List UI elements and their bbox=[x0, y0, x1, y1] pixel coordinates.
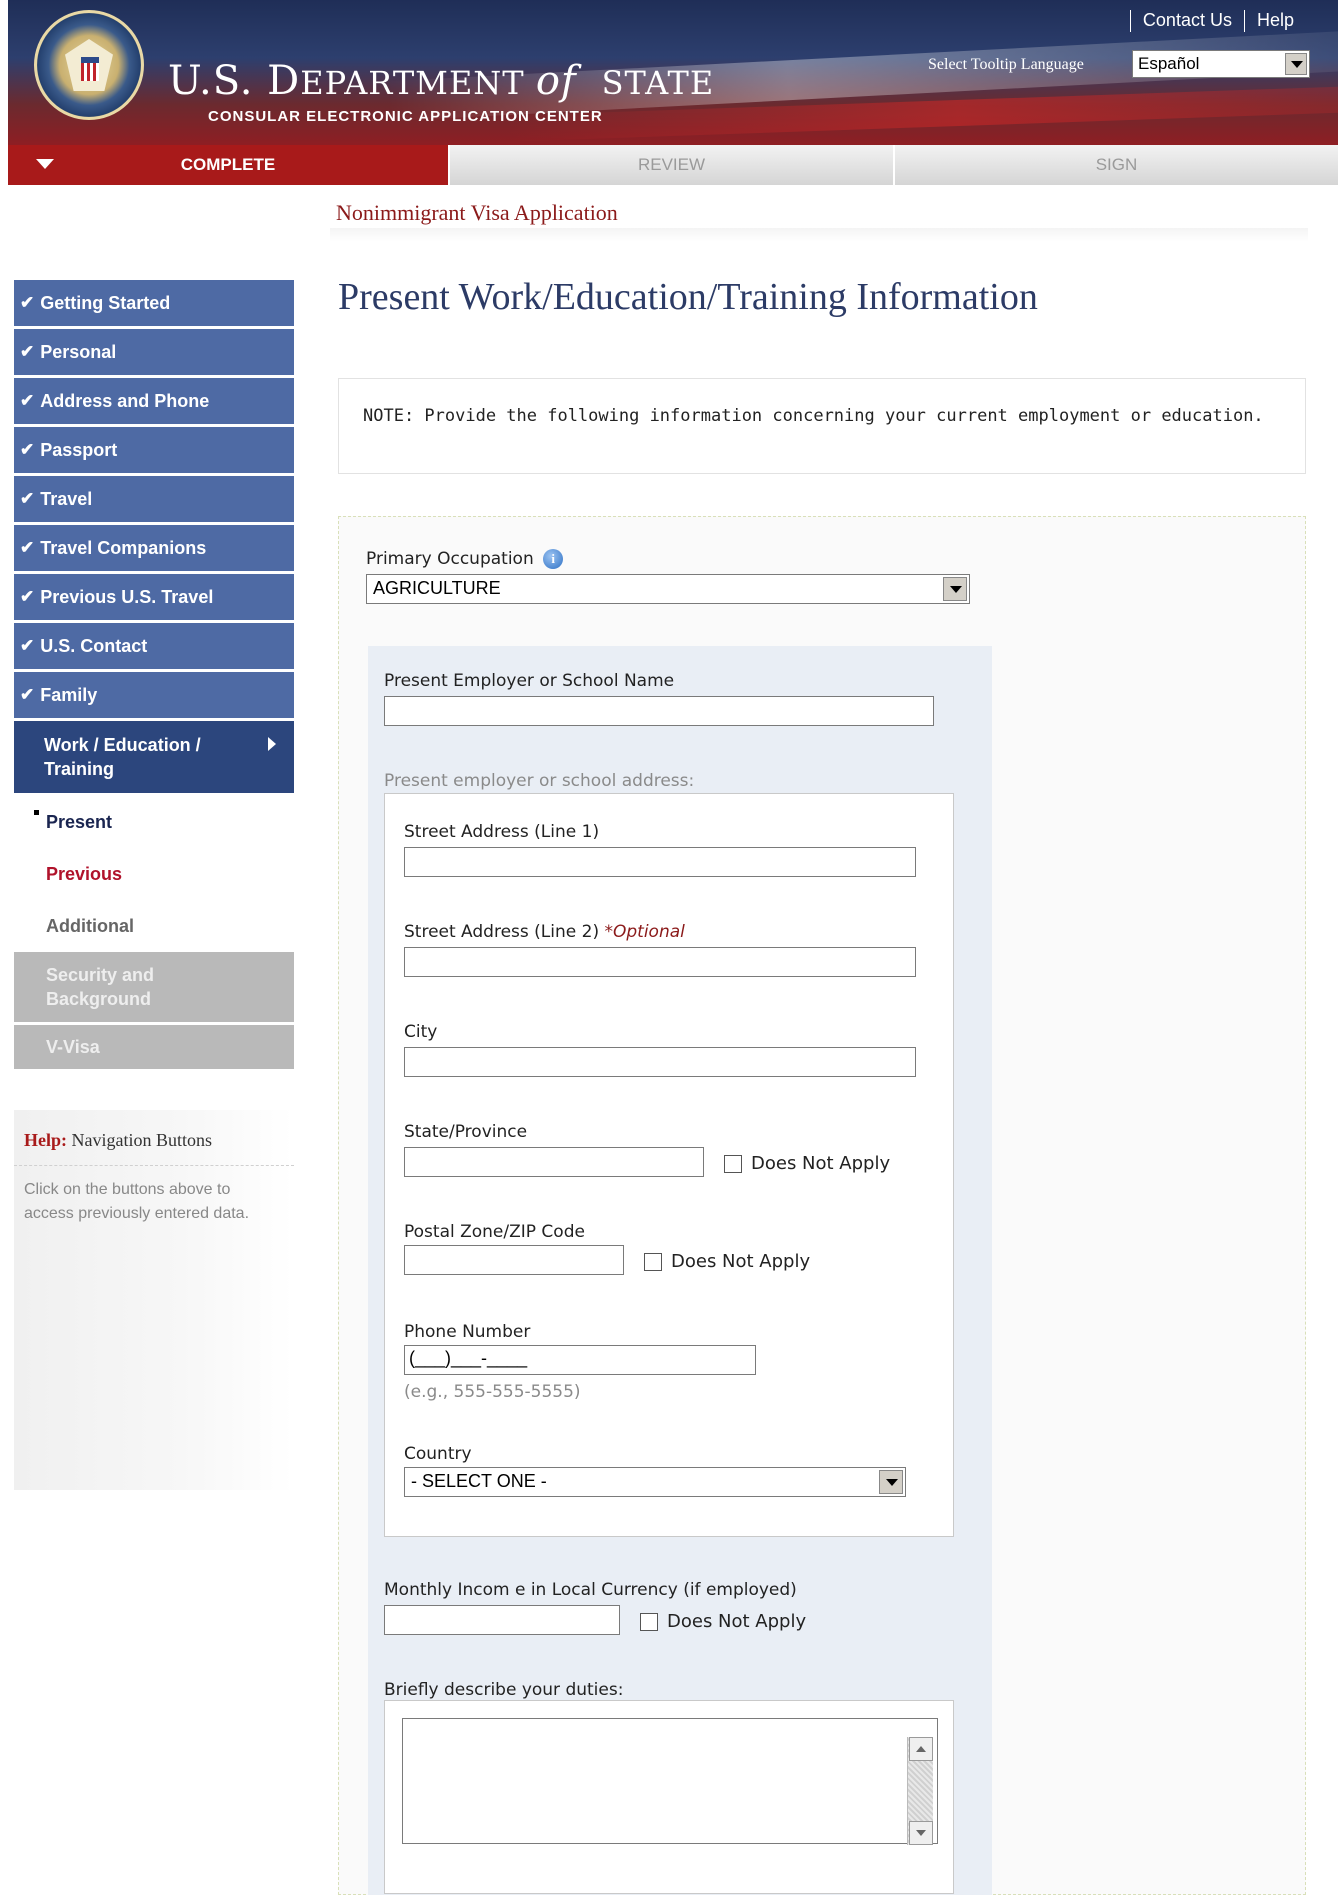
sidebar-item-previous-us-travel[interactable]: ✔ Previous U.S. Travel bbox=[14, 574, 294, 620]
page-title: Present Work/Education/Training Informat… bbox=[338, 276, 1038, 318]
checkmark-icon: ✔ bbox=[20, 440, 35, 459]
chevron-right-icon bbox=[268, 737, 276, 751]
department-seal-logo bbox=[34, 10, 144, 120]
postal-does-not-apply-checkbox[interactable] bbox=[644, 1252, 662, 1271]
tooltip-language-label: Select Tooltip Language bbox=[928, 56, 1084, 73]
checkmark-icon: ✔ bbox=[20, 489, 35, 508]
primary-occupation-label: Primary Occupation i bbox=[366, 549, 564, 569]
street2-input[interactable] bbox=[404, 947, 916, 977]
progress-steps: COMPLETE REVIEW SIGN bbox=[8, 145, 1338, 185]
duties-textarea[interactable] bbox=[402, 1718, 938, 1845]
sidebar-nav: ✔ Getting Started ✔ Personal ✔ Address and … bbox=[14, 280, 294, 1072]
contact-us-link[interactable]: Contact Us bbox=[1143, 10, 1232, 32]
info-icon[interactable]: i bbox=[543, 549, 564, 569]
checkmark-icon: ✔ bbox=[20, 587, 35, 606]
income-does-not-apply-checkbox[interactable] bbox=[640, 1612, 658, 1631]
step-review[interactable]: REVIEW bbox=[448, 145, 893, 185]
state-does-not-apply[interactable]: Does Not Apply bbox=[724, 1153, 890, 1174]
sidebar-item-us-contact[interactable]: ✔ U.S. Contact bbox=[14, 623, 294, 669]
caret-down-icon bbox=[36, 159, 54, 169]
bullet-icon bbox=[34, 810, 39, 815]
sidebar-subitem-present[interactable]: Present bbox=[14, 796, 294, 848]
site-header: U.S. DEPARTMENT of STATE CONSULAR ELECTR… bbox=[8, 0, 1338, 145]
chevron-down-icon[interactable] bbox=[879, 1470, 903, 1494]
street1-label: Street Address (Line 1) bbox=[404, 822, 600, 842]
help-link[interactable]: Help bbox=[1257, 10, 1294, 32]
checkmark-icon: ✔ bbox=[20, 391, 35, 410]
postal-input[interactable] bbox=[404, 1245, 624, 1275]
monthly-income-label: Monthly Incom e in Local Currency (if em… bbox=[384, 1580, 797, 1600]
help-panel: Help: Navigation Buttons Click on the bu… bbox=[14, 1110, 294, 1490]
state-does-not-apply-checkbox[interactable] bbox=[724, 1154, 742, 1173]
checkmark-icon: ✔ bbox=[20, 636, 35, 655]
employer-address-label: Present employer or school address: bbox=[384, 771, 695, 791]
step-sign[interactable]: SIGN bbox=[893, 145, 1338, 185]
phone-label: Phone Number bbox=[404, 1322, 531, 1342]
sidebar-item-address-phone[interactable]: ✔ Address and Phone bbox=[14, 378, 294, 424]
sidebar-item-getting-started[interactable]: ✔ Getting Started bbox=[14, 280, 294, 326]
scroll-up-icon[interactable] bbox=[909, 1737, 933, 1761]
country-select[interactable]: - SELECT ONE - bbox=[404, 1467, 906, 1497]
shield-icon bbox=[81, 57, 99, 81]
tooltip-language-select[interactable]: Español bbox=[1132, 50, 1310, 78]
city-input[interactable] bbox=[404, 1047, 916, 1077]
step-complete[interactable]: COMPLETE bbox=[8, 145, 448, 185]
help-text: Click on the buttons above to access pre… bbox=[24, 1181, 250, 1222]
income-does-not-apply[interactable]: Does Not Apply bbox=[640, 1611, 806, 1632]
sidebar-subitem-previous[interactable]: Previous bbox=[14, 848, 294, 900]
street2-label: Street Address (Line 2) *Optional bbox=[404, 922, 685, 942]
chevron-down-icon[interactable] bbox=[1285, 53, 1307, 75]
sidebar-item-travel-companions[interactable]: ✔ Travel Companions bbox=[14, 525, 294, 571]
divider bbox=[1129, 10, 1131, 32]
department-subtitle: CONSULAR ELECTRONIC APPLICATION CENTER bbox=[208, 108, 603, 125]
divider bbox=[330, 228, 1308, 242]
sidebar-item-security-background: Security and Background bbox=[14, 952, 294, 1022]
employer-name-label: Present Employer or School Name bbox=[384, 671, 675, 691]
state-input[interactable] bbox=[404, 1147, 704, 1177]
sidebar-item-passport[interactable]: ✔ Passport bbox=[14, 427, 294, 473]
sidebar-item-work-education[interactable]: Work / Education / Training bbox=[14, 721, 294, 793]
checkmark-icon: ✔ bbox=[20, 342, 35, 361]
breadcrumb: Nonimmigrant Visa Application bbox=[336, 200, 618, 225]
street1-input[interactable] bbox=[404, 847, 916, 877]
checkmark-icon: ✔ bbox=[20, 538, 35, 557]
sidebar-item-travel[interactable]: ✔ Travel bbox=[14, 476, 294, 522]
phone-example: (e.g., 555-555-5555) bbox=[404, 1382, 581, 1402]
department-title: U.S. DEPARTMENT of STATE bbox=[168, 58, 715, 104]
help-title: Help: Navigation Buttons bbox=[14, 1110, 294, 1166]
country-label: Country bbox=[404, 1444, 472, 1464]
divider bbox=[1243, 10, 1245, 32]
phone-input[interactable]: (___)___-____ bbox=[404, 1345, 756, 1375]
chevron-down-icon[interactable] bbox=[943, 577, 967, 601]
monthly-income-input[interactable] bbox=[384, 1605, 620, 1635]
employer-name-input[interactable] bbox=[384, 696, 934, 726]
postal-does-not-apply[interactable]: Does Not Apply bbox=[644, 1251, 810, 1272]
sidebar-item-family[interactable]: ✔ Family bbox=[14, 672, 294, 718]
city-label: City bbox=[404, 1022, 438, 1042]
postal-label: Postal Zone/ZIP Code bbox=[404, 1222, 585, 1242]
textarea-scrollbar[interactable] bbox=[907, 1737, 933, 1845]
state-label: State/Province bbox=[404, 1122, 528, 1142]
checkmark-icon: ✔ bbox=[20, 685, 35, 704]
checkmark-icon: ✔ bbox=[20, 293, 35, 312]
note-box: NOTE: Provide the following information … bbox=[338, 378, 1306, 474]
sidebar-item-personal[interactable]: ✔ Personal bbox=[14, 329, 294, 375]
scroll-down-icon[interactable] bbox=[909, 1821, 933, 1845]
duties-label: Briefly describe your duties: bbox=[384, 1680, 624, 1700]
sidebar-item-v-visa: V-Visa bbox=[14, 1025, 294, 1069]
top-links: Contact Us Help bbox=[1129, 10, 1294, 32]
primary-occupation-select[interactable]: AGRICULTURE bbox=[366, 574, 970, 604]
sidebar-subitem-additional[interactable]: Additional bbox=[14, 900, 294, 952]
